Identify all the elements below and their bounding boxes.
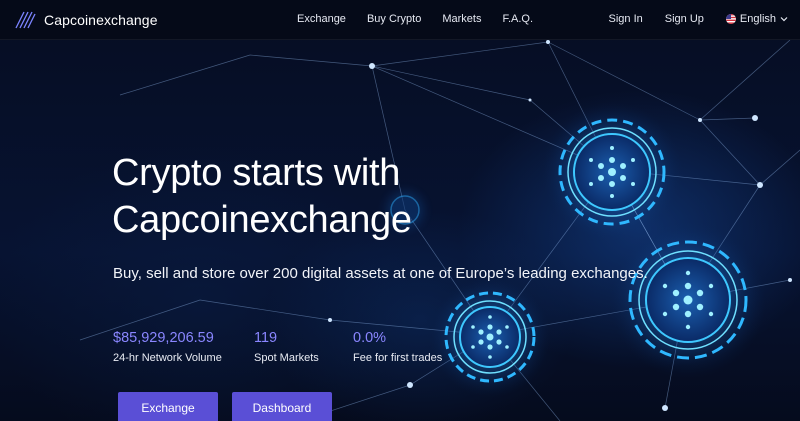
sign-in-link[interactable]: Sign In	[609, 13, 643, 25]
layered-stripes-logo-icon	[15, 11, 36, 29]
hero-title-line-2: Capcoinexchange	[112, 199, 412, 241]
hero-subtitle: Buy, sell and store over 200 digital ass…	[113, 265, 648, 282]
language-label: English	[739, 13, 776, 25]
stat-value: 0.0%	[353, 330, 387, 346]
brand-name: Capcoinexchange	[44, 12, 158, 28]
sign-up-link[interactable]: Sign Up	[665, 13, 704, 25]
nav-link-markets[interactable]: Markets	[442, 13, 481, 25]
us-flag-icon	[725, 14, 736, 24]
main-nav: Exchange Buy Crypto Markets F.A.Q.	[297, 13, 554, 25]
stat-label: Fee for first trades	[353, 352, 443, 364]
nav-link-exchange[interactable]: Exchange	[297, 13, 346, 25]
language-selector[interactable]: English	[725, 13, 788, 25]
nav-link-buy-crypto[interactable]: Buy Crypto	[367, 13, 421, 25]
cardano-coin-icon-bottom	[430, 277, 550, 397]
exchange-button[interactable]: Exchange	[118, 392, 218, 421]
hero-title-line-1: Crypto starts with	[112, 152, 401, 194]
cardano-coin-icon-top	[542, 102, 682, 242]
chevron-down-icon	[780, 17, 788, 22]
stat-spot-markets: 119 Spot Markets	[254, 330, 319, 364]
cardano-coin-icon-right	[610, 222, 766, 378]
account-nav: Sign In Sign Up English	[587, 13, 788, 25]
dashboard-button[interactable]: Dashboard	[232, 392, 332, 421]
hero-title: Crypto starts with Capcoinexchange	[112, 150, 412, 244]
brand[interactable]: Capcoinexchange	[14, 10, 158, 30]
stat-value: $85,929,206.59	[113, 330, 214, 346]
top-navbar: Capcoinexchange Exchange Buy Crypto Mark…	[0, 0, 800, 40]
stat-label: 24-hr Network Volume	[113, 352, 222, 364]
stat-label: Spot Markets	[254, 352, 319, 364]
stat-network-volume: $85,929,206.59 24-hr Network Volume	[113, 330, 222, 364]
nav-link-faq[interactable]: F.A.Q.	[502, 13, 533, 25]
stat-value: 119	[254, 330, 278, 346]
stat-fee: 0.0% Fee for first trades	[353, 330, 442, 364]
